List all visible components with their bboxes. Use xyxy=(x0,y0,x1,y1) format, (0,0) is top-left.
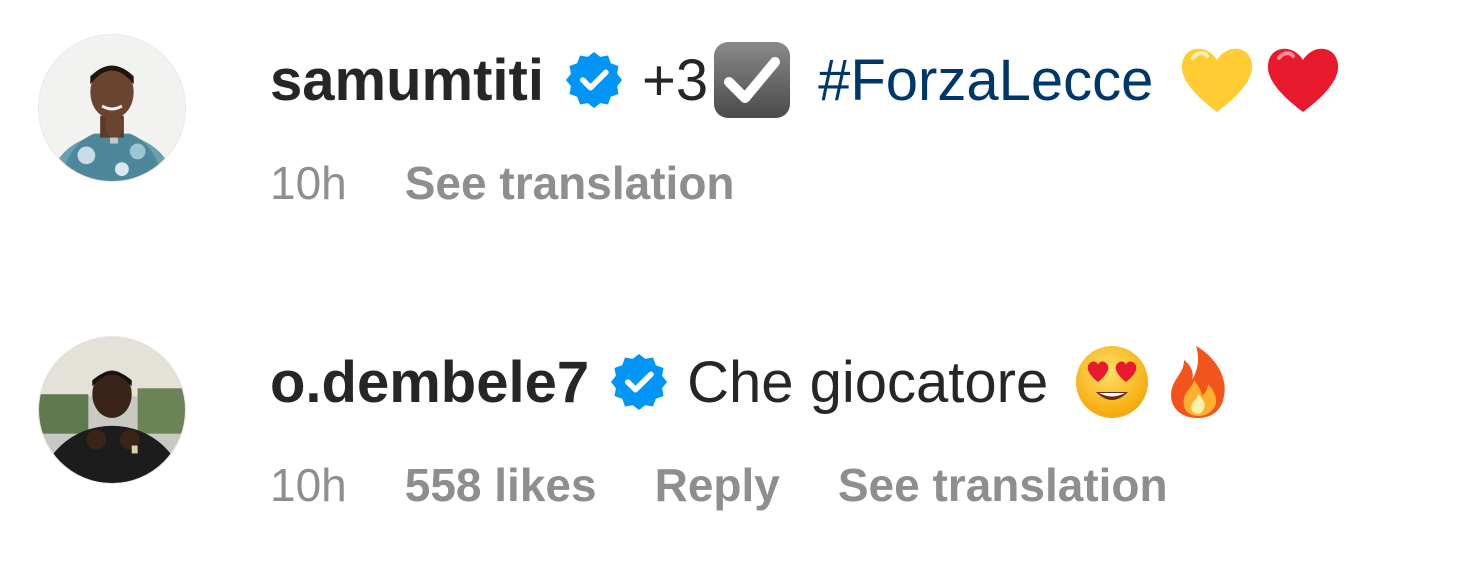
hashtag-link[interactable]: #ForzaLecce xyxy=(818,47,1153,114)
avatar-image xyxy=(39,35,185,181)
comment-text-line: samumtiti +3 #ForzaLecce xyxy=(270,34,1349,126)
heart-eyes-face-icon xyxy=(1072,342,1152,422)
comment-text: +3 xyxy=(641,47,709,113)
comment-meta: 10h See translation xyxy=(270,156,793,210)
comment-meta: 10h 558 likes Reply See translation xyxy=(270,458,1226,512)
comment-text: Che giocatore xyxy=(687,349,1049,415)
see-translation-button[interactable]: See translation xyxy=(838,458,1168,512)
reply-button[interactable]: Reply xyxy=(655,458,780,512)
check-mark-button-icon xyxy=(712,40,792,120)
fire-icon xyxy=(1158,342,1238,422)
comment-time[interactable]: 10h xyxy=(270,458,347,512)
red-heart-icon xyxy=(1263,40,1343,120)
comment-text-line: o.dembele7 Che giocatore xyxy=(270,336,1244,428)
username-link[interactable]: o.dembele7 xyxy=(270,349,589,416)
avatar[interactable] xyxy=(38,34,186,182)
comment-time[interactable]: 10h xyxy=(270,156,347,210)
username-link[interactable]: samumtiti xyxy=(270,47,544,114)
verified-badge-icon xyxy=(565,52,622,108)
yellow-heart-icon xyxy=(1177,40,1257,120)
avatar[interactable] xyxy=(38,336,186,484)
verified-badge-icon xyxy=(611,354,668,410)
see-translation-button[interactable]: See translation xyxy=(405,156,735,210)
avatar-image xyxy=(39,337,185,483)
likes-count-link[interactable]: 558 likes xyxy=(405,458,597,512)
